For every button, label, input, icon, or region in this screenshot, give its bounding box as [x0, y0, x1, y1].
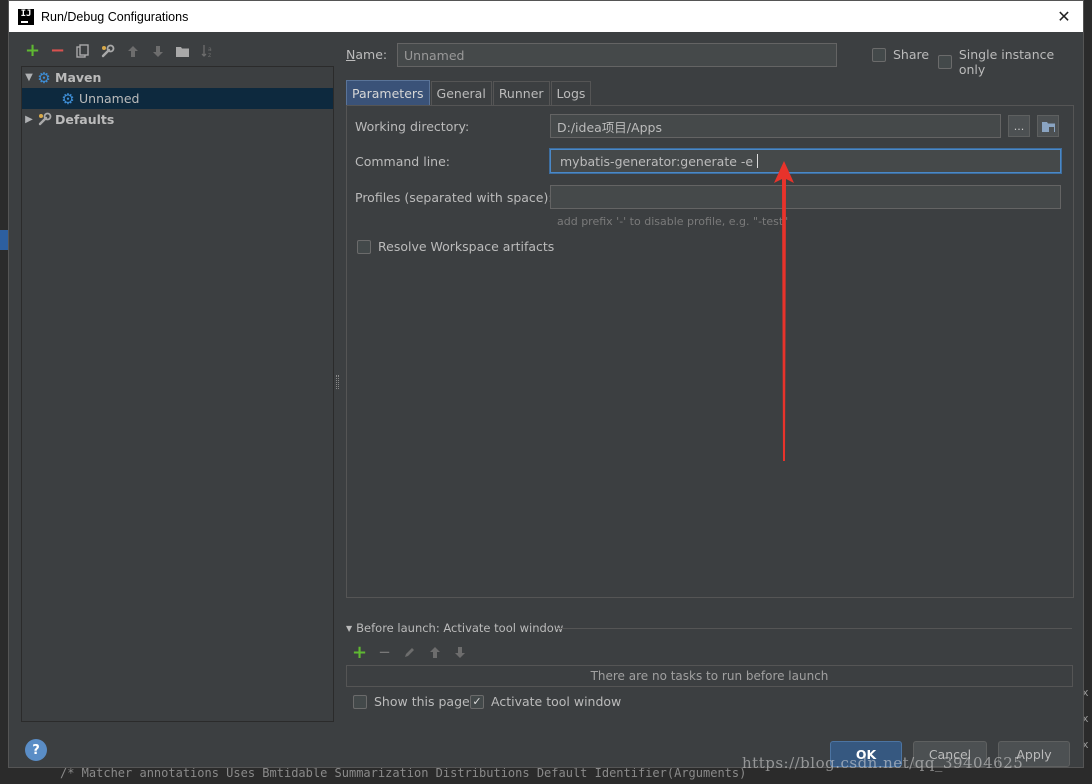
maven-gear-icon: ⚙ [37, 68, 51, 87]
profiles-label: Profiles (separated with space): [355, 190, 553, 205]
tree-item-maven[interactable]: ▼ ⚙ Maven [22, 67, 333, 88]
parameters-panel [346, 105, 1074, 598]
before-launch-divider [557, 628, 1072, 629]
resolve-workspace-label: Resolve Workspace artifacts [378, 239, 555, 254]
svg-text:z: z [208, 52, 211, 58]
text-caret [757, 154, 759, 168]
select-module-folder-icon[interactable] [1037, 115, 1059, 137]
wrench-icon[interactable] [98, 42, 117, 61]
close-icon[interactable]: ✕ [1053, 5, 1075, 27]
single-instance-label: Single instance only [958, 47, 1055, 77]
working-directory-input[interactable]: D:/idea项目/Apps [550, 114, 1001, 138]
run-debug-dialog: IJ Run/Debug Configurations ✕ + − az ▼ ⚙ [8, 0, 1084, 768]
name-label: Name: [346, 47, 388, 62]
tab-parameters[interactable]: Parameters [346, 80, 430, 105]
show-page-label: Show this page [374, 694, 470, 709]
share-checkbox[interactable]: Share [872, 47, 929, 62]
expanded-arrow-icon[interactable]: ▼ [22, 72, 36, 83]
before-launch-title: Before launch: Activate tool window [356, 621, 564, 635]
activate-checkbox-box[interactable]: ✓ [470, 694, 484, 709]
activate-label: Activate tool window [491, 694, 622, 709]
folder-icon[interactable] [173, 42, 192, 61]
move-down-icon[interactable] [148, 42, 167, 61]
move-up-icon[interactable] [123, 42, 142, 61]
collapsed-arrow-icon[interactable]: ▶ [22, 114, 36, 125]
tree-item-label: Maven [55, 70, 102, 85]
resolve-workspace-checkbox-box[interactable] [357, 239, 371, 254]
config-tabs: Parameters General Runner Logs [346, 80, 592, 105]
before-launch-header[interactable]: ▼ Before launch: Activate tool window [346, 621, 563, 635]
intellij-app-icon: IJ [18, 8, 34, 25]
move-down-icon[interactable] [450, 643, 469, 662]
add-icon[interactable]: + [23, 42, 42, 61]
profiles-input[interactable] [550, 185, 1061, 209]
config-toolbar: + − az [23, 41, 217, 61]
single-instance-checkbox[interactable]: Single instance only [938, 47, 1083, 77]
tab-logs[interactable]: Logs [550, 81, 592, 105]
profiles-hint: add prefix '-' to disable profile, e.g. … [557, 215, 789, 228]
expanded-arrow-icon[interactable]: ▼ [346, 624, 352, 633]
resolve-workspace-checkbox[interactable]: Resolve Workspace artifacts [357, 239, 554, 254]
tree-item-unnamed[interactable]: ⚙ Unnamed [22, 88, 333, 109]
before-launch-task-list: There are no tasks to run before launch [346, 665, 1073, 687]
tree-item-label: Defaults [55, 112, 115, 127]
edit-task-icon[interactable] [400, 643, 419, 662]
command-line-input[interactable]: mybatis-generator:generate -e [550, 149, 1061, 173]
ide-background-selection [0, 230, 8, 250]
show-this-page-checkbox[interactable]: Show this page [353, 694, 470, 709]
tree-item-defaults[interactable]: ▶ Defaults [22, 109, 333, 130]
browse-button[interactable]: ... [1008, 115, 1030, 137]
single-instance-checkbox-box[interactable] [938, 55, 952, 69]
share-label: Share [893, 47, 930, 62]
help-icon[interactable]: ? [25, 739, 47, 761]
share-checkbox-box[interactable] [872, 47, 886, 62]
tab-general[interactable]: General [430, 81, 492, 105]
title-bar: IJ Run/Debug Configurations ✕ [9, 1, 1083, 32]
remove-icon[interactable]: − [48, 42, 67, 61]
config-tree: ▼ ⚙ Maven ⚙ Unnamed ▶ Defaults [21, 66, 334, 722]
panel-splitter-handle[interactable] [336, 375, 339, 389]
command-line-label: Command line: [355, 154, 450, 169]
working-directory-label: Working directory: [355, 119, 470, 134]
remove-task-icon[interactable]: − [375, 643, 394, 662]
move-up-icon[interactable] [425, 643, 444, 662]
maven-gear-icon: ⚙ [61, 89, 75, 108]
activate-tool-window-checkbox[interactable]: ✓ Activate tool window [470, 694, 621, 709]
sort-icon[interactable]: az [198, 42, 217, 61]
add-task-icon[interactable]: + [350, 643, 369, 662]
name-input[interactable]: Unnamed [397, 43, 837, 67]
tree-item-label: Unnamed [79, 91, 140, 106]
empty-tasks-text: There are no tasks to run before launch [590, 669, 829, 683]
annotation-arrow-icon [774, 161, 794, 461]
defaults-wrench-icon [36, 112, 52, 128]
show-page-checkbox-box[interactable] [353, 694, 367, 709]
window-title: Run/Debug Configurations [41, 9, 189, 24]
watermark-text: https://blog.csdn.net/qq_39404625 [742, 754, 1024, 772]
tab-runner[interactable]: Runner [492, 81, 550, 105]
copy-icon[interactable] [73, 42, 92, 61]
before-launch-toolbar: + − [350, 643, 469, 662]
